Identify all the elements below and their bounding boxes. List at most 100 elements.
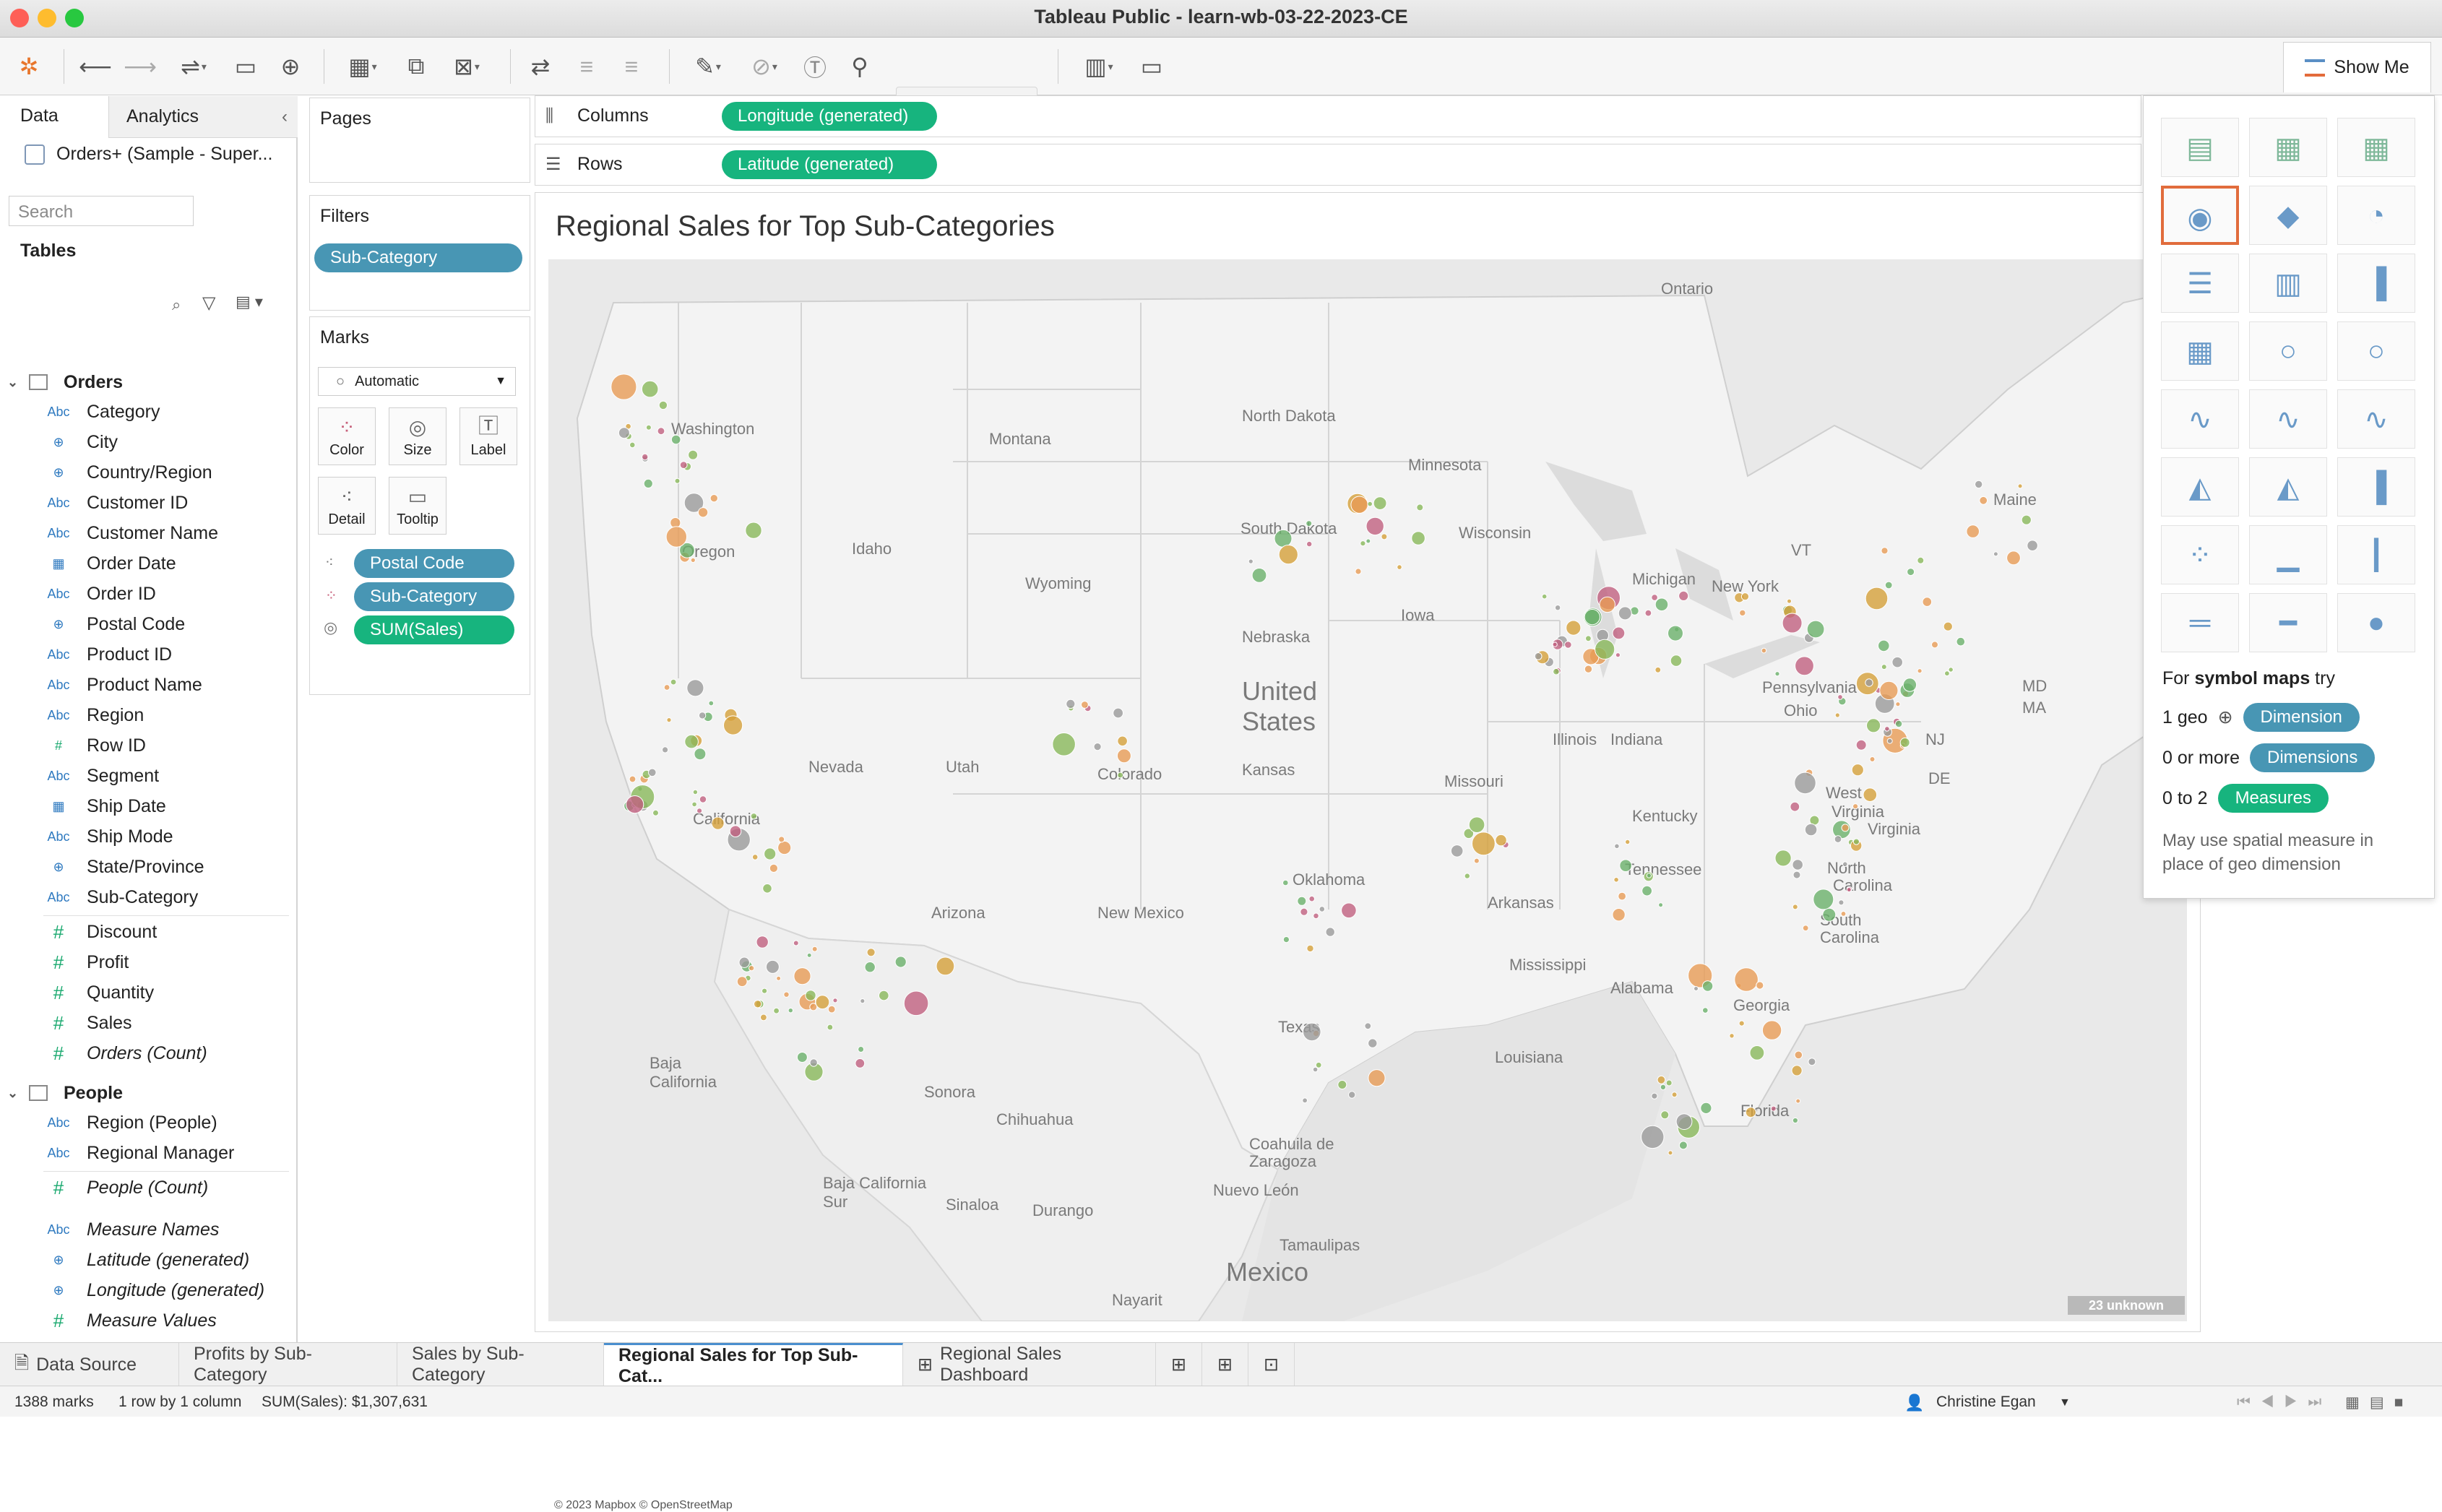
field-item[interactable]: Abc Sub-Category — [0, 884, 198, 911]
sales-mark[interactable] — [1842, 861, 1848, 868]
sales-mark[interactable] — [1792, 859, 1803, 871]
sales-mark[interactable] — [610, 373, 637, 400]
group-members-icon[interactable]: ⊘ ▾ — [741, 51, 788, 82]
sales-mark[interactable] — [1993, 551, 1998, 557]
sales-mark[interactable] — [858, 1046, 865, 1053]
sales-mark[interactable] — [738, 956, 750, 968]
sales-mark[interactable] — [1355, 568, 1362, 575]
sales-mark[interactable] — [1541, 593, 1548, 600]
columns-pill-longitude[interactable]: Longitude (generated) — [722, 102, 937, 131]
sales-mark[interactable] — [879, 990, 889, 1001]
sales-mark[interactable] — [1325, 927, 1335, 937]
sales-mark[interactable] — [1368, 1069, 1386, 1087]
sales-mark[interactable] — [1694, 986, 1699, 991]
show-labels-icon[interactable]: Ⓣ — [799, 51, 831, 82]
sales-mark[interactable] — [1837, 694, 1843, 700]
field-item[interactable]: Abc Measure Names — [0, 1216, 219, 1243]
sales-mark[interactable] — [778, 836, 785, 843]
sales-mark[interactable] — [662, 746, 669, 753]
sales-mark[interactable] — [815, 995, 830, 1010]
sales-mark[interactable] — [1052, 733, 1076, 756]
table-group-orders[interactable]: ⌄ Orders — [7, 368, 123, 397]
sales-mark[interactable] — [1381, 533, 1388, 540]
sales-mark[interactable] — [643, 478, 653, 488]
highlight-icon[interactable]: ✎ ▾ — [685, 51, 731, 82]
sales-mark[interactable] — [711, 816, 725, 830]
field-item[interactable]: Abc Product Name — [0, 671, 202, 699]
map[interactable]: Ontario Washington Montana North Dakota Minn… — [548, 259, 2187, 1321]
sales-mark[interactable] — [1922, 597, 1933, 607]
sales-mark[interactable] — [1282, 879, 1289, 886]
sales-mark[interactable] — [1670, 655, 1683, 667]
sales-mark[interactable] — [690, 557, 696, 563]
sales-mark[interactable] — [1646, 873, 1652, 878]
sales-mark[interactable] — [1564, 641, 1572, 649]
chart-type-heat-map[interactable]: ▦ — [2249, 118, 2327, 177]
sales-mark[interactable] — [2027, 540, 2038, 552]
sales-mark[interactable] — [1794, 772, 1816, 795]
sales-mark[interactable] — [1795, 656, 1814, 676]
sales-mark[interactable] — [1792, 1117, 1799, 1124]
sales-mark[interactable] — [1337, 1080, 1347, 1089]
presentation-icon[interactable]: ▭ — [1136, 51, 1168, 82]
chart-type-histogram[interactable]: ▁ — [2249, 525, 2327, 584]
sales-mark[interactable] — [1360, 540, 1366, 547]
sales-mark[interactable] — [1615, 652, 1621, 658]
sales-mark[interactable] — [1979, 496, 1988, 505]
sales-mark[interactable] — [773, 1007, 780, 1014]
sales-mark[interactable] — [1093, 743, 1102, 751]
sales-mark[interactable] — [670, 434, 681, 445]
sales-mark[interactable] — [1792, 904, 1798, 910]
sales-mark[interactable] — [1701, 980, 1714, 992]
sales-mark[interactable] — [1584, 609, 1600, 626]
label-button[interactable]: 🅃 Label — [460, 407, 517, 465]
sales-mark[interactable] — [665, 526, 688, 548]
sales-mark[interactable] — [1300, 907, 1308, 916]
sales-mark[interactable] — [1350, 496, 1368, 514]
sales-mark[interactable] — [1787, 598, 1792, 604]
chart-type-packed-bubbles[interactable]: ● — [2337, 593, 2415, 652]
sales-mark[interactable] — [1599, 596, 1615, 613]
sales-mark[interactable] — [860, 998, 866, 1004]
sales-mark[interactable] — [1306, 540, 1313, 548]
sales-mark[interactable] — [698, 712, 707, 720]
sales-mark[interactable] — [1644, 609, 1652, 617]
sales-mark[interactable] — [1614, 843, 1620, 850]
sales-mark[interactable] — [762, 884, 772, 894]
sales-mark[interactable] — [1278, 545, 1298, 565]
sales-mark[interactable] — [1495, 834, 1507, 847]
sales-mark[interactable] — [1792, 871, 1801, 879]
field-item[interactable]: Abc Order ID — [0, 580, 155, 608]
sales-mark[interactable] — [1791, 1065, 1803, 1076]
view-options-icon[interactable]: ▤ ▾ — [236, 293, 263, 311]
field-item[interactable]: ⊕ Postal Code — [0, 610, 185, 638]
sales-mark[interactable] — [756, 936, 769, 949]
sales-mark[interactable] — [679, 461, 688, 470]
sales-mark[interactable] — [1297, 896, 1307, 906]
sales-mark[interactable] — [1117, 735, 1128, 747]
field-item[interactable]: Abc Customer Name — [0, 519, 218, 547]
sales-mark[interactable] — [1943, 621, 1953, 631]
sales-mark[interactable] — [684, 734, 699, 749]
sales-mark[interactable] — [1312, 1066, 1319, 1073]
sales-mark[interactable] — [1702, 1007, 1709, 1014]
field-item[interactable]: ⊕ City — [0, 428, 118, 456]
sales-mark[interactable] — [1282, 936, 1290, 943]
sales-mark[interactable] — [629, 441, 636, 449]
sales-mark[interactable] — [809, 1058, 818, 1067]
sales-mark[interactable] — [1846, 887, 1852, 893]
field-item[interactable]: Abc Category — [0, 398, 160, 425]
sales-mark[interactable] — [1852, 803, 1859, 810]
sales-mark[interactable] — [1804, 823, 1818, 837]
sales-mark[interactable] — [1641, 1125, 1665, 1149]
sales-mark[interactable] — [1822, 907, 1837, 922]
chart-type-pie-chart[interactable]: ◔ — [2337, 186, 2415, 245]
mark-type-dropdown[interactable]: ○ Automatic ▼ — [318, 367, 516, 396]
new-datasource-icon[interactable]: ⊕ — [275, 51, 306, 82]
chart-type-horizontal-bars[interactable]: ☰ — [2161, 254, 2239, 313]
viz-title[interactable]: Regional Sales for Top Sub-Categories — [556, 210, 1055, 243]
sales-mark[interactable] — [1761, 1020, 1782, 1040]
sales-mark[interactable] — [760, 1014, 767, 1021]
sales-mark[interactable] — [855, 1058, 866, 1068]
sales-mark[interactable] — [641, 380, 659, 398]
